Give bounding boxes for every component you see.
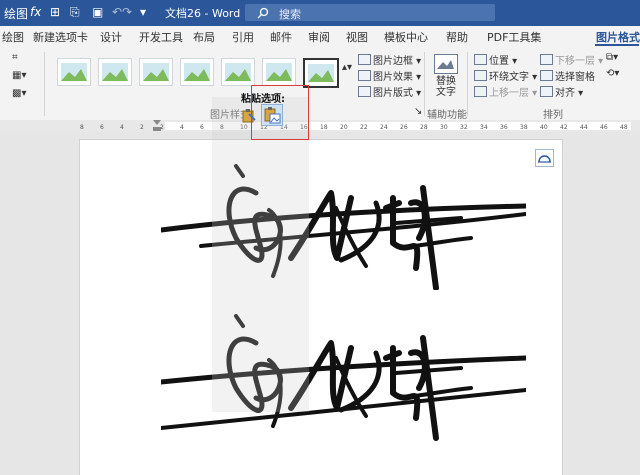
ruler-tick-label: 4 [180,124,184,131]
ruler-tick-label: 36 [500,124,508,131]
picture-layout-button[interactable]: 图片版式 ▾ [358,84,421,99]
picture-style-6[interactable] [262,58,296,86]
quick-access-draw[interactable]: 绘图 [4,5,28,22]
ruler-ticks: 8 6 4 2 2 4 6 8 10 12 14 16 18 20 22 24 26 28 30 32 34 36 38 40… [80,124,628,131]
tab-help[interactable]: 帮助 [446,29,468,45]
group-label-accessibility: 辅助功能 [427,110,467,121]
picture-border-button[interactable]: 图片边框 ▾ [358,52,421,67]
layout-icon [358,86,371,97]
tab-picture-format[interactable]: 图片格式 [596,29,640,45]
ruler-tick-label: 22 [360,124,368,131]
reset-picture-icon[interactable]: ▩▾ [12,88,26,99]
position-button[interactable]: 位置 ▾ [474,52,517,67]
crop-icon[interactable]: ⌗ [12,52,18,63]
rotate-icon[interactable]: ⟲▾ [606,68,619,79]
layout-options-button[interactable] [535,149,554,167]
ruler-tick-label: 28 [420,124,428,131]
format-painter-icon[interactable]: ⎘ [70,5,80,20]
group-label-arrange: 排列 [543,110,563,121]
selection-pane-button[interactable]: 选择窗格 [540,68,595,83]
ruler-tick-label: 18 [320,124,328,131]
send-backward-button[interactable]: 下移一层 ▾ [540,52,603,67]
save-icon[interactable]: ▣ [92,5,103,19]
wrap-text-icon [474,70,487,81]
search-icon [257,7,269,19]
undo-icon[interactable]: ↶↷ [112,5,132,19]
ribbon-tabs: 绘图 新建选项卡 设计 开发工具 布局 引用 邮件 审阅 视图 模板中心 帮助 … [0,26,640,46]
title-bar: 绘图 fx ⊞ ⎘ ▣ ↶↷ ▾ 文档26 - Word 搜索 [0,0,640,26]
picture-effects-button[interactable]: 图片效果 ▾ [358,68,421,83]
ruler-tick-label: 26 [400,124,408,131]
ruler-tick-label: 4 [120,124,124,131]
paste-options-highlight [251,85,309,140]
bring-forward-icon [474,86,487,97]
divider [44,52,45,116]
ruler-tick-label: 2 [140,124,144,131]
tab-view[interactable]: 视图 [346,29,368,45]
border-icon [358,54,371,65]
dialog-launcher-icon[interactable]: ↘ [414,106,422,117]
picture-style-3[interactable] [139,58,173,86]
ruler-tick-label: 24 [380,124,388,131]
alt-text-icon [434,54,458,74]
touch-mode-icon[interactable]: ⊞ [50,5,60,19]
ruler-tick-label: 38 [520,124,528,131]
tab-draw[interactable]: 绘图 [2,29,24,45]
ruler-tick-label: 8 [80,124,84,131]
search-placeholder: 搜索 [279,8,301,21]
selection-pane-icon [540,70,553,81]
tab-mailings[interactable]: 邮件 [270,29,292,45]
wrap-text-button[interactable]: 环绕文字 ▾ [474,68,537,83]
picture-style-7[interactable] [303,58,339,88]
ribbon: ⌗ ▦▾ ▩▾ ▴▾ 图片样式 图片边框 ▾ 图片效果 ▾ 图片版式 ▾ ↘ 替… [0,46,640,121]
picture-style-4[interactable] [180,58,214,86]
tab-layout[interactable]: 布局 [193,29,215,45]
tab-developer[interactable]: 开发工具 [139,29,183,45]
ruler-tick-label: 34 [480,124,488,131]
horizontal-ruler[interactable]: 8 6 4 2 2 4 6 8 10 12 14 16 18 20 22 24 26 28 30 32 34 36 38 40… [0,120,640,132]
tab-references[interactable]: 引用 [232,29,254,45]
ruler-tick-label: 6 [100,124,104,131]
paste-preview-overlay [212,97,309,412]
bring-forward-button[interactable]: 上移一层 ▾ [474,84,537,99]
alt-text-button[interactable]: 替换 文字 [436,76,456,98]
picture-style-5[interactable] [221,58,255,86]
indent-marker-icon[interactable] [153,120,161,132]
divider [424,52,425,116]
ruler-tick-label: 48 [620,124,628,131]
position-icon [474,54,487,65]
customize-chevron-icon[interactable]: ▾ [140,5,146,19]
picture-style-2[interactable] [98,58,132,86]
gallery-scroll-icon[interactable]: ▴▾ [342,62,352,73]
ruler-tick-label: 32 [460,124,468,131]
ruler-tick-label: 42 [560,124,568,131]
group-icon[interactable]: ⧉▾ [606,52,618,63]
layout-options-icon [538,155,551,163]
ruler-tick-label: 46 [600,124,608,131]
document-title: 文档26 - Word [165,7,241,20]
tab-review[interactable]: 审阅 [308,29,330,45]
compress-icon[interactable]: ▦▾ [12,70,26,81]
effects-icon [358,70,371,81]
align-icon [540,86,553,97]
tab-new[interactable]: 新建选项卡 [33,29,88,45]
ruler-tick-label: 44 [580,124,588,131]
send-backward-icon [540,54,553,65]
tab-design[interactable]: 设计 [100,29,122,45]
tab-templates[interactable]: 模板中心 [384,29,428,45]
align-button[interactable]: 对齐 ▾ [540,84,583,99]
search-input[interactable]: 搜索 [245,4,495,21]
ruler-tick-label: 40 [540,124,548,131]
picture-style-1[interactable] [57,58,91,86]
ruler-tick-label: 20 [340,124,348,131]
ruler-tick-label: 6 [200,124,204,131]
divider [467,52,468,116]
tab-pdf-tools[interactable]: PDF工具集 [487,29,541,45]
ruler-tick-label: 30 [440,124,448,131]
function-icon[interactable]: fx [30,5,41,19]
